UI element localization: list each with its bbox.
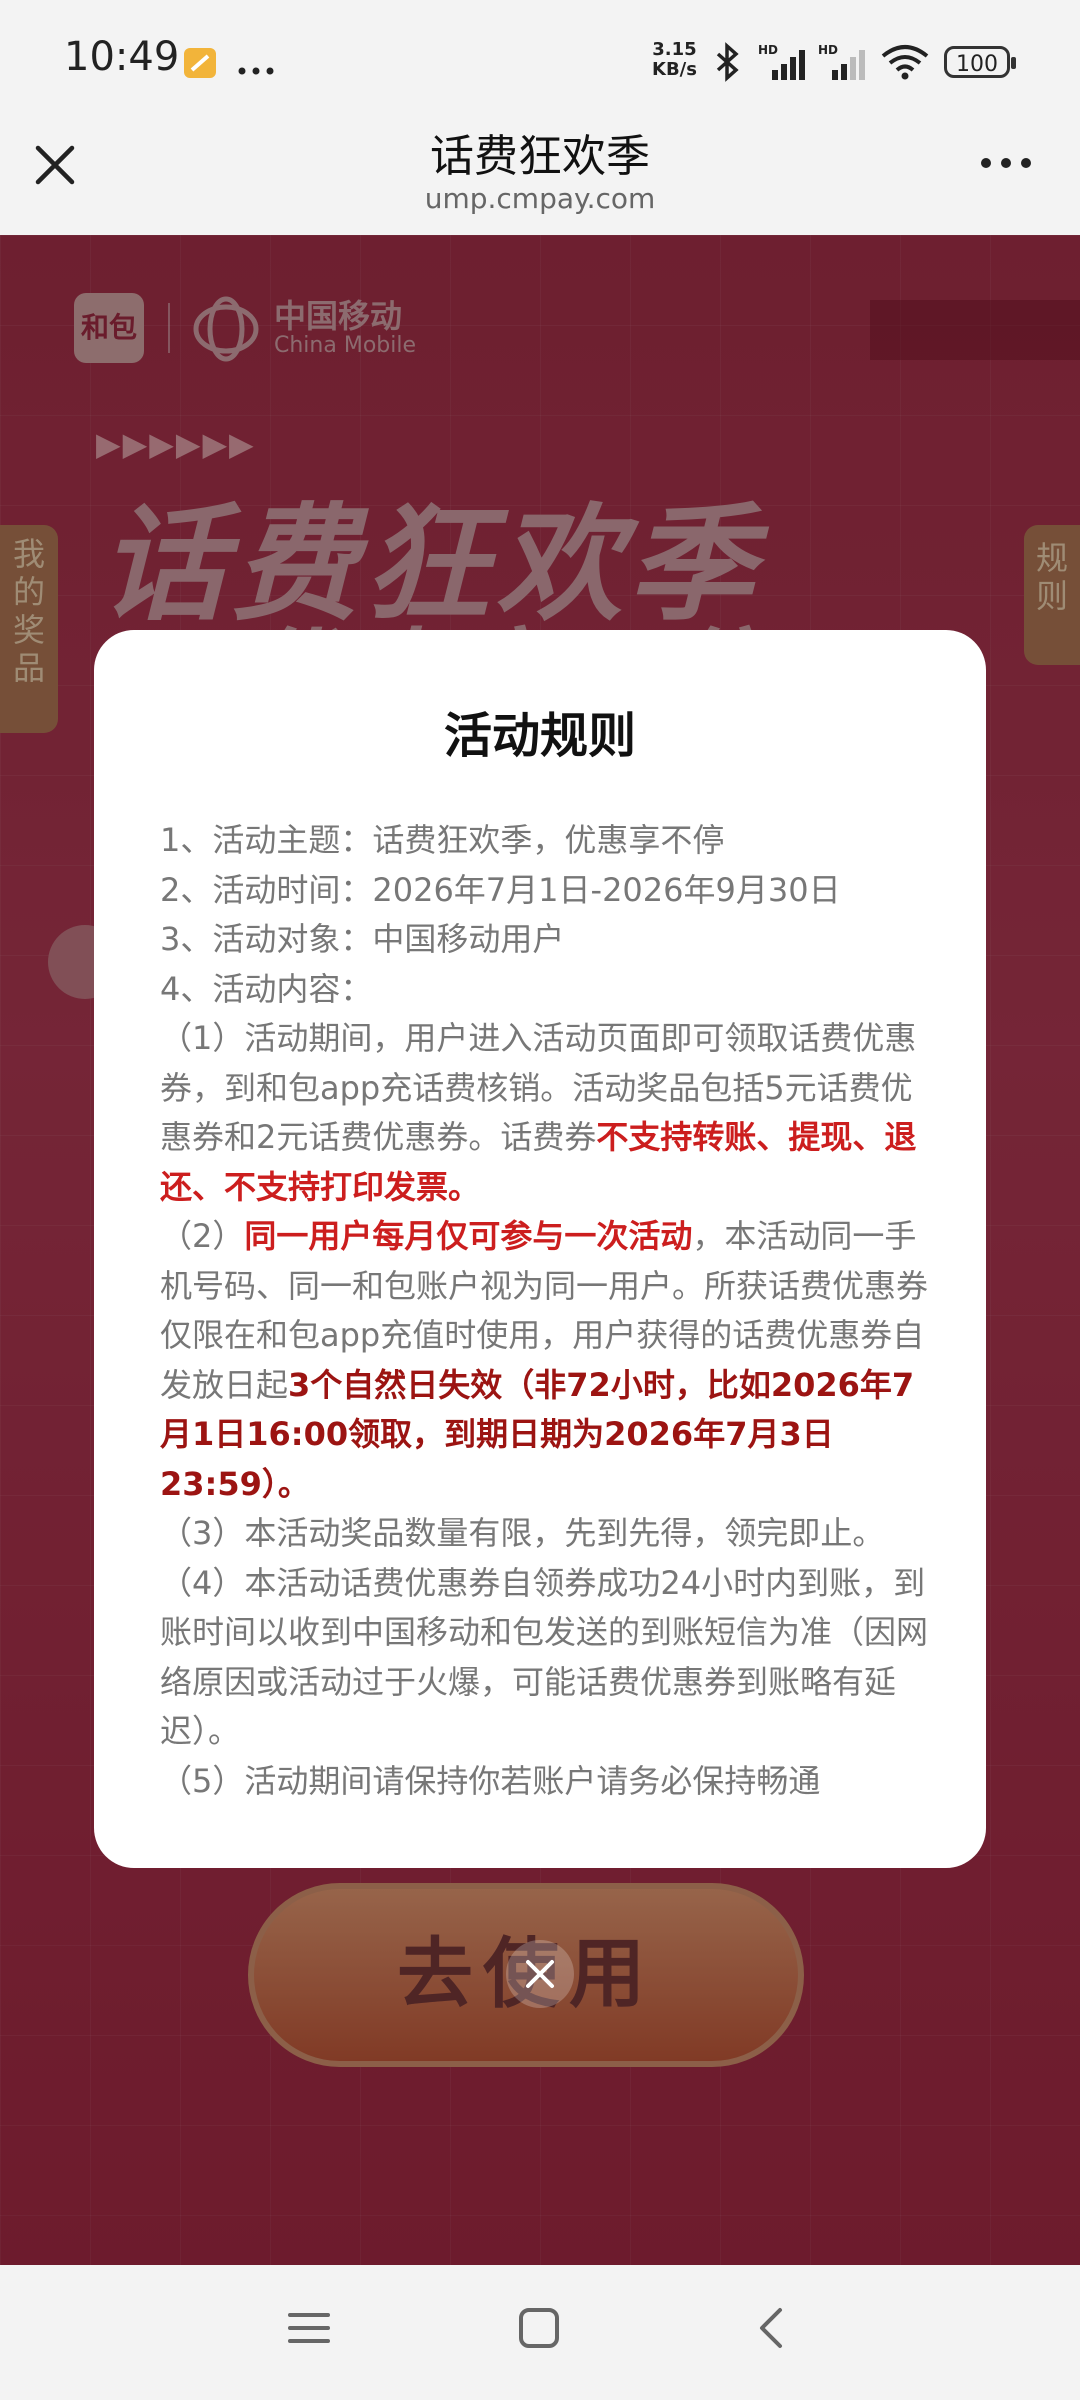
status-bar: 10:49 3.15 KB/s HD HD 100 [0, 0, 1080, 120]
svg-text:HD: HD [758, 43, 778, 57]
battery-icon: 100 [944, 46, 1016, 78]
signal-hd-1-icon: HD [758, 42, 810, 86]
rule-item-2-prefix: （2） [160, 1217, 245, 1255]
signal-hd-2-icon: HD [818, 42, 870, 86]
status-time: 10:49 [64, 34, 180, 80]
more-dots-icon [238, 60, 274, 79]
rule-time: 2、活动时间：2026年7月1日-2026年9月30日 [160, 870, 841, 909]
rules-text[interactable]: 1、活动主题：话费狂欢季，优惠享不停 2、活动时间：2026年7月1日-2026… [160, 816, 930, 1856]
net-speed-unit: KB/s [652, 59, 697, 80]
net-speed-value: 3.15 [652, 39, 697, 60]
rules-modal: 活动规则 1、活动主题：话费狂欢季，优惠享不停 2、活动时间：2026年7月1日… [94, 630, 986, 1868]
close-icon [526, 1960, 554, 1988]
rule-item-3: （3）本活动奖品数量有限，先到先得，领完即止。 [160, 1514, 885, 1552]
system-nav-bar [0, 2265, 1080, 2400]
rule-theme: 1、活动主题：话费狂欢季，优惠享不停 [160, 821, 725, 859]
net-speed: 3.15 KB/s [652, 40, 697, 80]
notification-icon [182, 46, 218, 84]
rule-content-heading: 4、活动内容： [160, 969, 373, 1008]
browser-header: 话费狂欢季 ump.cmpay.com [0, 120, 1080, 235]
page-url: ump.cmpay.com [424, 182, 656, 215]
more-options-icon[interactable] [976, 148, 1036, 178]
home-icon[interactable] [518, 2307, 560, 2353]
bluetooth-icon [712, 42, 742, 86]
page-title: 话费狂欢季 [430, 131, 650, 182]
rule-item-4: （4）本活动话费优惠券自领券成功24小时内到账，到账时间以收到中国移动和包发送的… [160, 1563, 929, 1751]
modal-title: 活动规则 [443, 708, 636, 764]
rule-item-5: （5）活动期间请保持你若账户请务必保持畅通 [160, 1761, 821, 1800]
rule-item-2: （2）同一用户每月仅可参与一次活动，本活动同一手机号码、同一和包账户视为同一用户… [160, 1212, 930, 1509]
modal-close-button[interactable] [506, 1940, 574, 2008]
rule-item-1: （1）活动期间，用户进入活动页面即可领取话费优惠券，到和包app充话费核销。活动… [160, 1014, 930, 1212]
rule-item-2-highlight: 同一用户每月仅可参与一次活动 [244, 1217, 693, 1255]
svg-text:HD: HD [818, 43, 838, 57]
rule-target: 3、活动对象：中国移动用户 [160, 920, 565, 958]
menu-icon[interactable] [288, 2307, 330, 2353]
wifi-icon [880, 44, 930, 84]
back-icon[interactable] [752, 2307, 794, 2353]
